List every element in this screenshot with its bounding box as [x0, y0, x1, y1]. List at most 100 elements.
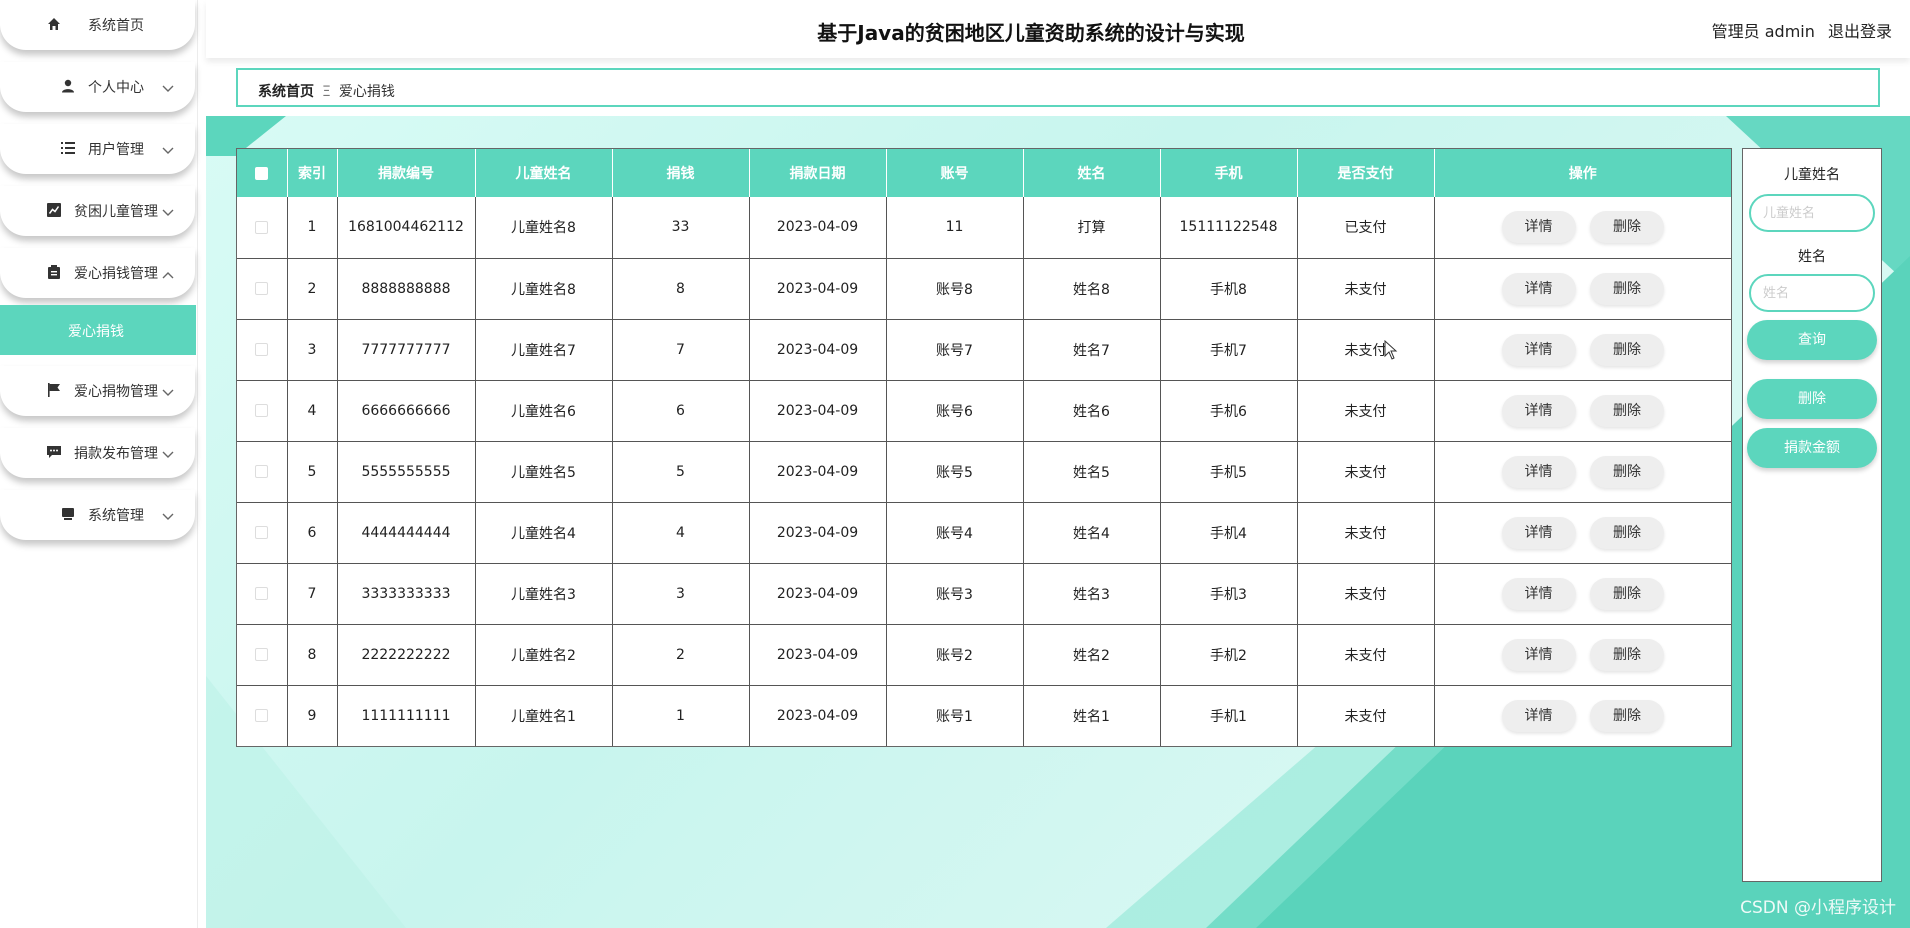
- cell-date: 2023-04-09: [749, 563, 887, 625]
- watermark: CSDN @小程序设计: [1740, 898, 1896, 918]
- cell-actions: 详情 删除: [1434, 502, 1731, 564]
- cell-amount: 7: [612, 319, 750, 381]
- child-name-input[interactable]: [1749, 194, 1875, 232]
- sidebar-subitem-money-donation[interactable]: 爱心捐钱: [0, 305, 196, 355]
- cell-paid-status: 未支付: [1297, 563, 1435, 625]
- delete-button[interactable]: 删除: [1589, 577, 1664, 610]
- sidebar-item-money-donation[interactable]: 爱心捐钱管理: [0, 248, 195, 298]
- cell-account: 账号2: [886, 624, 1024, 686]
- donation-sum-button[interactable]: 捐款金额: [1747, 428, 1877, 468]
- delete-button[interactable]: 删除: [1589, 516, 1664, 549]
- cell-index: 7: [287, 563, 338, 625]
- cell-paid-status: 未支付: [1297, 319, 1435, 381]
- detail-button[interactable]: 详情: [1501, 333, 1576, 366]
- cell-child-name: 儿童姓名7: [475, 319, 613, 381]
- cell-date: 2023-04-09: [749, 319, 887, 381]
- cell-date: 2023-04-09: [749, 380, 887, 442]
- detail-button[interactable]: 详情: [1501, 638, 1576, 671]
- cell-account: 账号7: [886, 319, 1024, 381]
- column-header: 手机: [1160, 149, 1298, 197]
- row-checkbox[interactable]: [255, 587, 269, 600]
- row-checkbox[interactable]: [255, 220, 269, 234]
- sidebar: 系统首页 个人中心 用户管理 贫困儿童管理 爱心捐钱管理 爱心捐钱 爱心捐物管理…: [0, 0, 198, 928]
- user-area: 管理员 admin 退出登录: [1704, 18, 1892, 42]
- cell-name: 姓名1: [1023, 685, 1161, 746]
- delete-button[interactable]: 删除: [1589, 699, 1664, 732]
- delete-button[interactable]: 删除: [1589, 638, 1664, 671]
- row-checkbox[interactable]: [255, 648, 269, 661]
- delete-button[interactable]: 删除: [1589, 455, 1664, 488]
- row-checkbox[interactable]: [255, 709, 269, 723]
- detail-button[interactable]: 详情: [1501, 211, 1576, 244]
- name-input[interactable]: [1749, 274, 1875, 312]
- breadcrumb-home[interactable]: 系统首页: [258, 84, 314, 100]
- sidebar-item-goods-donation[interactable]: 爱心捐物管理: [0, 366, 195, 416]
- detail-button[interactable]: 详情: [1501, 394, 1576, 427]
- monitor-icon: [60, 506, 76, 522]
- cell-account: 账号3: [886, 563, 1024, 625]
- cell-index: 6: [287, 502, 338, 564]
- chevron-down-icon: [162, 205, 174, 216]
- cell-name: 姓名6: [1023, 380, 1161, 442]
- row-checkbox[interactable]: [255, 404, 269, 417]
- cell-amount: 4: [612, 502, 750, 564]
- cell-account: 账号6: [886, 380, 1024, 442]
- cell-actions: 详情 删除: [1434, 197, 1731, 259]
- table-row: 9 1111111111 儿童姓名1 1 2023-04-09 账号1 姓名1 …: [237, 685, 1731, 746]
- detail-button[interactable]: 详情: [1501, 455, 1576, 488]
- cell-amount: 5: [612, 441, 750, 503]
- cell-paid-status: 未支付: [1297, 502, 1435, 564]
- select-all-cell: [237, 149, 288, 197]
- cell-index: 5: [287, 441, 338, 503]
- cell-phone: 手机8: [1160, 258, 1298, 320]
- cell-amount: 8: [612, 258, 750, 320]
- detail-button[interactable]: 详情: [1501, 272, 1576, 305]
- query-button[interactable]: 查询: [1747, 320, 1877, 360]
- cell-phone: 手机6: [1160, 380, 1298, 442]
- sidebar-item-donation-publish[interactable]: 捐款发布管理: [0, 428, 195, 478]
- detail-button[interactable]: 详情: [1501, 699, 1576, 732]
- row-checkbox[interactable]: [255, 343, 269, 356]
- delete-button[interactable]: 删除: [1589, 272, 1664, 305]
- sidebar-item-label: 捐款发布管理: [74, 446, 158, 462]
- delete-button[interactable]: 删除: [1589, 333, 1664, 366]
- logout-link[interactable]: 退出登录: [1828, 22, 1892, 41]
- cell-actions: 详情 删除: [1434, 319, 1731, 381]
- row-checkbox[interactable]: [255, 465, 269, 478]
- cell-date: 2023-04-09: [749, 441, 887, 503]
- table-row: 5 5555555555 儿童姓名5 5 2023-04-09 账号5 姓名5 …: [237, 441, 1731, 503]
- sidebar-item-home[interactable]: 系统首页: [0, 0, 195, 50]
- sidebar-item-system-management[interactable]: 系统管理: [0, 490, 195, 540]
- table-row: 8 2222222222 儿童姓名2 2 2023-04-09 账号2 姓名2 …: [237, 624, 1731, 686]
- delete-button[interactable]: 删除: [1589, 394, 1664, 427]
- delete-button[interactable]: 删除: [1589, 211, 1664, 244]
- batch-delete-button[interactable]: 删除: [1747, 379, 1877, 419]
- sidebar-item-poor-children[interactable]: 贫困儿童管理: [0, 186, 195, 236]
- cell-donation-code: 1681004462112: [337, 197, 476, 259]
- sidebar-item-personal-center[interactable]: 个人中心: [0, 62, 195, 112]
- row-select-cell: [237, 441, 288, 503]
- cell-child-name: 儿童姓名1: [475, 685, 613, 746]
- sidebar-item-user-management[interactable]: 用户管理: [0, 124, 195, 174]
- cell-index: 9: [287, 685, 338, 746]
- row-checkbox[interactable]: [255, 282, 269, 295]
- cell-actions: 详情 删除: [1434, 685, 1731, 746]
- cell-donation-code: 7777777777: [337, 319, 476, 381]
- detail-button[interactable]: 详情: [1501, 577, 1576, 610]
- cell-date: 2023-04-09: [749, 197, 887, 259]
- cell-name: 姓名2: [1023, 624, 1161, 686]
- select-all-checkbox[interactable]: [255, 166, 269, 180]
- user-icon: [60, 78, 76, 94]
- home-icon: [46, 16, 62, 32]
- sidebar-item-label: 系统首页: [88, 18, 144, 34]
- column-header: 账号: [886, 149, 1024, 197]
- detail-button[interactable]: 详情: [1501, 516, 1576, 549]
- name-label: 姓名: [1798, 249, 1826, 265]
- column-header: 是否支付: [1297, 149, 1435, 197]
- cell-account: 账号8: [886, 258, 1024, 320]
- breadcrumb-separator: Ξ: [322, 84, 331, 100]
- cell-child-name: 儿童姓名8: [475, 258, 613, 320]
- cell-actions: 详情 删除: [1434, 258, 1731, 320]
- table-row: 4 6666666666 儿童姓名6 6 2023-04-09 账号6 姓名6 …: [237, 380, 1731, 442]
- row-checkbox[interactable]: [255, 526, 269, 539]
